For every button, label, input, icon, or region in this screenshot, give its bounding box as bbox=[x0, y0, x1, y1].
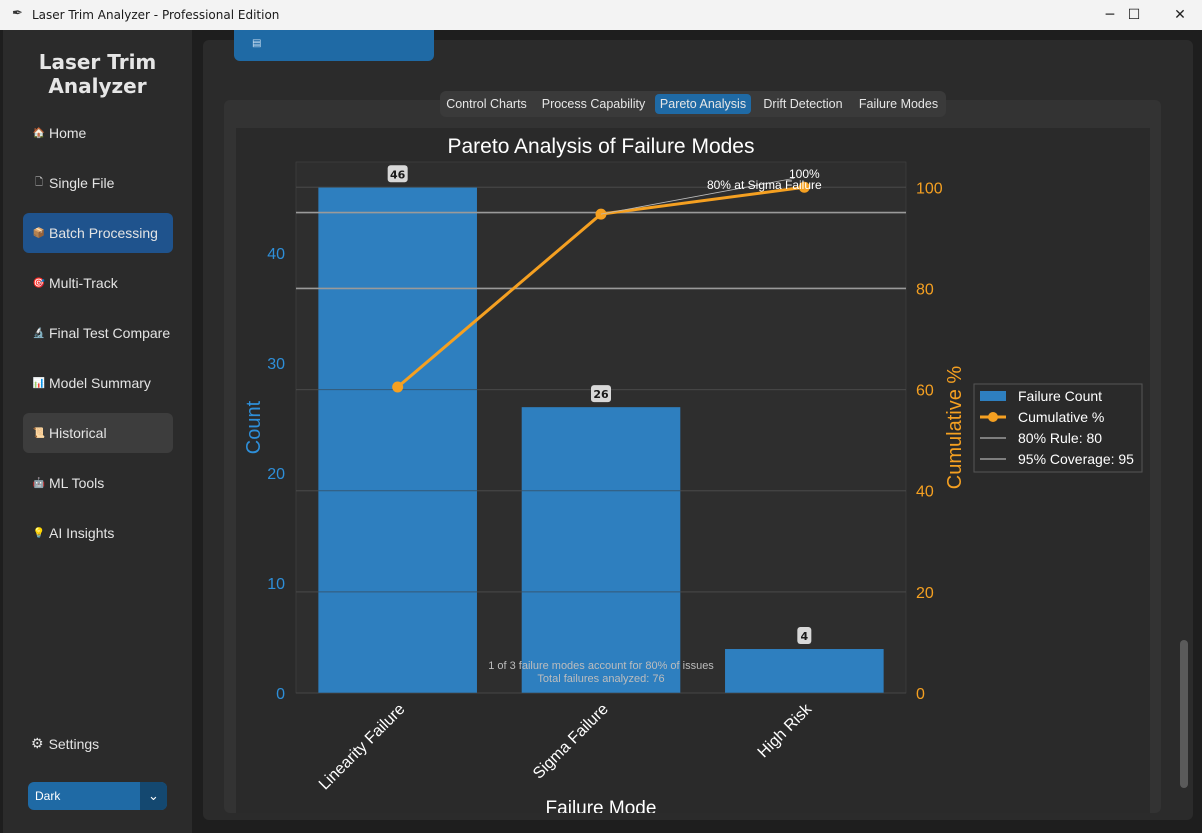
y-axis-label: Count bbox=[243, 400, 265, 454]
sidebar-item-single-file[interactable]: 🗋 Single File bbox=[23, 163, 173, 203]
document-icon: 🗋 bbox=[34, 176, 44, 188]
tab-process-capability[interactable]: Process Capability bbox=[537, 94, 650, 114]
summary-total: Total failures analyzed: 76 bbox=[537, 673, 664, 685]
scrollbar[interactable] bbox=[1180, 640, 1188, 788]
sidebar-item-label: Model Summary bbox=[49, 375, 151, 391]
target-icon: 🎯 bbox=[32, 277, 46, 289]
maximize-button[interactable]: ☐ bbox=[1111, 0, 1157, 30]
sidebar-item-multi-track[interactable]: 🎯 Multi-Track bbox=[23, 263, 173, 303]
sidebar-item-label: Batch Processing bbox=[49, 225, 158, 241]
y-tick-label: 0 bbox=[276, 686, 285, 703]
tab-pareto-analysis[interactable]: Pareto Analysis bbox=[655, 94, 751, 114]
x-axis-label: Failure Mode bbox=[546, 798, 657, 813]
sidebar-item-batch-processing[interactable]: 📦 Batch Processing bbox=[23, 213, 173, 253]
gear-icon: ⚙ bbox=[31, 735, 44, 751]
sidebar-item-label: Multi-Track bbox=[49, 275, 118, 291]
tab-drift-detection[interactable]: Drift Detection bbox=[758, 94, 848, 114]
theme-select-value: Dark bbox=[35, 789, 61, 803]
y2-tick-label: 20 bbox=[916, 585, 934, 602]
pareto-chart: 46264100%80% at Sigma Failure1 of 3 fail… bbox=[243, 135, 1143, 819]
sidebar-item-label: ML Tools bbox=[49, 475, 105, 491]
y2-tick-label: 0 bbox=[916, 686, 925, 703]
legend-label: 80% Rule: 80 bbox=[1018, 430, 1102, 446]
pareto-chart-panel: 46 26 4 100% 80% at Sigma Failure 1 of 3 fail… bbox=[236, 128, 1150, 819]
chart-icon: 📊 bbox=[32, 377, 46, 389]
close-button[interactable]: ✕ bbox=[1157, 0, 1202, 30]
legend-label: Failure Count bbox=[1018, 388, 1102, 404]
summary-text: 1 of 3 failure modes account for 80% of … bbox=[488, 660, 714, 672]
legend-swatch-marker bbox=[988, 412, 998, 422]
legend-label: 95% Coverage: 95 bbox=[1018, 451, 1134, 467]
theme-select[interactable]: Dark ⌄ bbox=[28, 782, 167, 810]
bar-label: 26 bbox=[593, 388, 609, 401]
document-icon: ▤ bbox=[252, 38, 262, 49]
y2-axis-label: Cumulative % bbox=[944, 366, 966, 490]
sidebar: Laser Trim Analyzer 🏠 Home 🗋 Single File 📦 Ba… bbox=[3, 30, 192, 833]
sidebar-item-final-test-compare[interactable]: 🔬 Final Test Compare bbox=[23, 313, 173, 353]
bar bbox=[725, 649, 884, 693]
window-title: Laser Trim Analyzer - Professional Editi… bbox=[32, 8, 280, 22]
bar-label: 4 bbox=[801, 630, 809, 643]
bar-label: 46 bbox=[390, 168, 406, 181]
lightbulb-icon: 💡 bbox=[32, 527, 46, 539]
sidebar-item-model-summary[interactable]: 📊 Model Summary bbox=[23, 363, 173, 403]
sidebar-item-label: Historical bbox=[49, 425, 107, 441]
window-titlebar: ✒ Laser Trim Analyzer - Professional Edi… bbox=[0, 0, 1202, 30]
tab-failure-modes[interactable]: Failure Modes bbox=[854, 94, 943, 114]
cumulative-point bbox=[392, 381, 404, 393]
sidebar-item-label: Home bbox=[49, 125, 87, 141]
y-tick-label: 40 bbox=[267, 246, 285, 263]
sidebar-item-label: Final Test Compare bbox=[49, 325, 171, 341]
y-tick-label: 30 bbox=[267, 356, 285, 373]
x-tick-label: High Risk bbox=[755, 700, 816, 761]
x-tick-label: Sigma Failure bbox=[530, 701, 612, 783]
sidebar-item-historical[interactable]: 📜 Historical bbox=[23, 413, 173, 453]
y-tick-label: 10 bbox=[267, 576, 285, 593]
annotation-80pct: 80% at Sigma Failure bbox=[707, 178, 822, 192]
y2-tick-label: 40 bbox=[916, 484, 934, 501]
robot-icon: 🤖 bbox=[32, 477, 46, 489]
package-icon: 📦 bbox=[32, 227, 46, 239]
settings-button[interactable]: ⚙ Settings bbox=[31, 735, 99, 752]
analysis-tabbar: Control Charts Process Capability Pareto A… bbox=[440, 91, 946, 117]
x-tick-label: Linearity Failure bbox=[316, 701, 409, 794]
feather-icon: ✒ bbox=[12, 6, 23, 21]
chart-title: Pareto Analysis of Failure Modes bbox=[448, 135, 755, 158]
sidebar-item-label: Single File bbox=[49, 175, 115, 191]
sidebar-item-ml-tools[interactable]: 🤖 ML Tools bbox=[23, 463, 173, 503]
sidebar-item-ai-insights[interactable]: 💡 AI Insights bbox=[23, 513, 173, 553]
tab-control-charts[interactable]: Control Charts bbox=[444, 94, 529, 114]
chevron-down-icon[interactable]: ⌄ bbox=[140, 782, 167, 810]
bar bbox=[318, 187, 477, 693]
sidebar-item-home[interactable]: 🏠 Home bbox=[23, 113, 173, 153]
scroll-icon: 📜 bbox=[32, 427, 46, 439]
y2-tick-label: 60 bbox=[916, 383, 934, 400]
house-icon: 🏠 bbox=[32, 127, 46, 139]
brand-line-1: Laser Trim bbox=[38, 50, 157, 74]
bar bbox=[521, 407, 681, 693]
microscope-icon: 🔬 bbox=[32, 327, 46, 339]
brand-line-2: Analyzer bbox=[48, 74, 147, 98]
legend-swatch-bars bbox=[980, 391, 1006, 401]
y-tick-label: 20 bbox=[267, 466, 285, 483]
settings-label: Settings bbox=[48, 735, 100, 752]
batch-action-button[interactable]: ▤ bbox=[234, 30, 434, 61]
legend-label: Cumulative % bbox=[1018, 409, 1104, 425]
sidebar-item-label: AI Insights bbox=[49, 525, 115, 541]
app-brand: Laser Trim Analyzer bbox=[3, 50, 192, 98]
y2-tick-label: 100 bbox=[916, 180, 943, 197]
y2-tick-label: 80 bbox=[916, 281, 934, 298]
